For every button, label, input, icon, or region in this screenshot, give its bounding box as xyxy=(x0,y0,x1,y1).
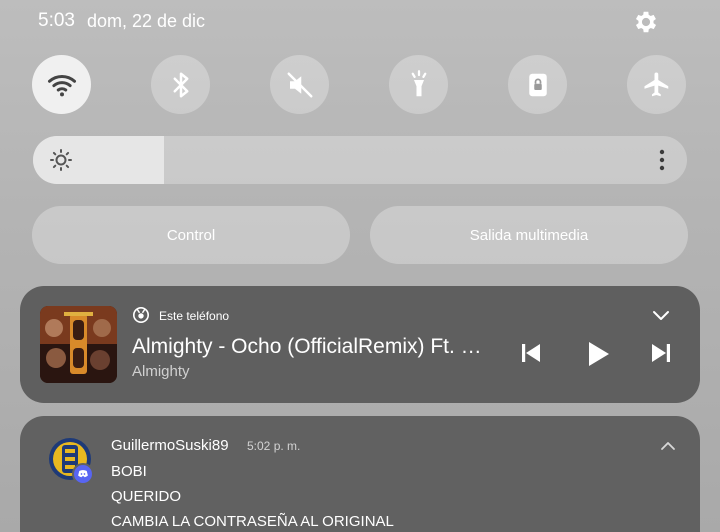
notification-line: QUERIDO xyxy=(111,488,182,505)
quick-settings-row xyxy=(32,55,688,115)
discord-notification[interactable]: GuillermoSuski89 5:02 p. m. BOBI QUERIDO… xyxy=(20,416,700,532)
control-button[interactable]: Control xyxy=(32,206,350,264)
sound-toggle[interactable] xyxy=(270,55,329,114)
song-title: Almighty - Ocho (OfficialRemix) Ft. … xyxy=(132,335,482,358)
more-options-icon[interactable] xyxy=(657,148,667,172)
previous-track-icon[interactable] xyxy=(520,342,542,364)
media-output-label: Salida multimedia xyxy=(469,226,589,244)
media-source-label: Este teléfono xyxy=(159,309,230,323)
chevron-up-icon[interactable] xyxy=(660,441,676,451)
bluetooth-icon xyxy=(173,72,188,97)
bluetooth-toggle[interactable] xyxy=(151,55,210,114)
status-bar: 5:03 dom, 22 de dic xyxy=(38,8,205,34)
sound-muted-icon xyxy=(287,72,312,97)
phone-source-icon xyxy=(132,306,150,324)
flashlight-icon xyxy=(411,69,426,96)
brightness-sun-icon xyxy=(50,149,72,171)
control-label: Control xyxy=(166,226,216,244)
clock: 5:03 xyxy=(38,10,75,31)
rotation-lock-toggle[interactable] xyxy=(508,55,567,114)
airplane-mode-toggle[interactable] xyxy=(627,55,686,114)
wifi-icon xyxy=(47,74,76,96)
wifi-toggle[interactable] xyxy=(32,55,91,114)
play-icon[interactable] xyxy=(585,340,611,368)
discord-icon xyxy=(78,470,88,478)
notification-line: CAMBIA LA CONTRASEÑA AL ORIGINAL xyxy=(111,513,394,530)
flashlight-toggle[interactable] xyxy=(389,55,448,114)
media-output-button[interactable]: Salida multimedia xyxy=(370,206,688,264)
chevron-down-icon[interactable] xyxy=(652,310,670,322)
notification-sender: GuillermoSuski89 xyxy=(111,437,229,454)
rotation-lock-icon xyxy=(528,73,547,96)
airplane-mode-icon xyxy=(644,72,668,96)
settings-gear-icon[interactable] xyxy=(632,8,660,36)
brightness-slider[interactable] xyxy=(33,136,687,184)
notification-time: 5:02 p. m. xyxy=(247,439,301,453)
song-artist: Almighty xyxy=(132,363,190,380)
date: dom, 22 de dic xyxy=(86,10,206,31)
album-art xyxy=(40,306,117,383)
next-track-icon[interactable] xyxy=(650,342,672,364)
discord-app-badge xyxy=(72,463,94,485)
notification-line: BOBI xyxy=(111,463,147,480)
media-player-card[interactable]: Este teléfono Almighty - Ocho (OfficialR… xyxy=(20,286,700,403)
